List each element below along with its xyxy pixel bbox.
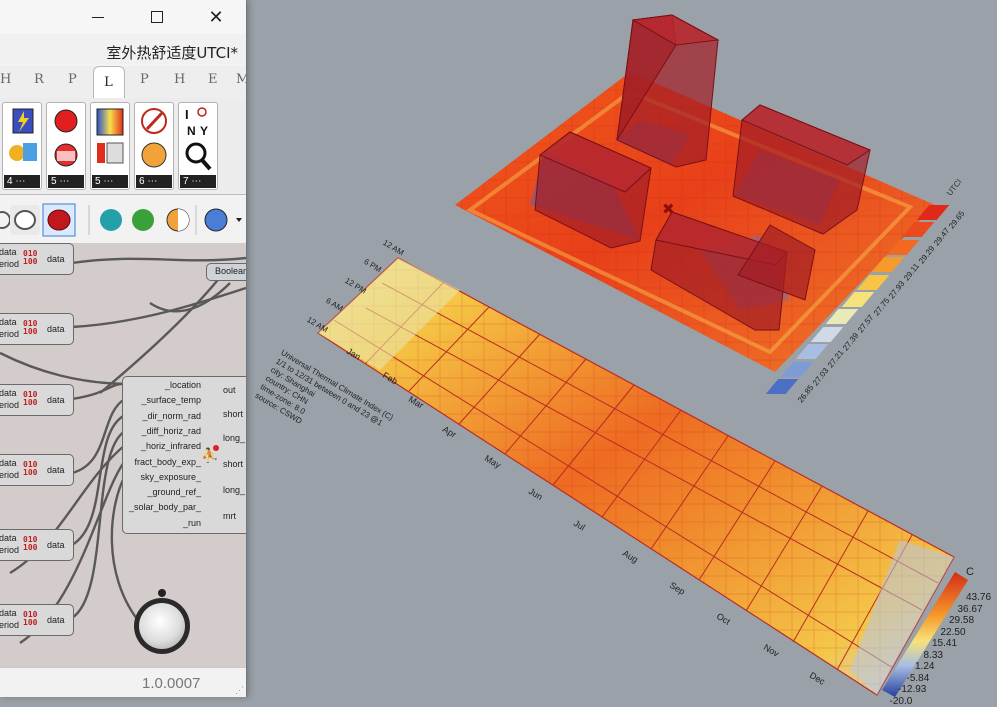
dial-face: [139, 603, 185, 649]
component-tab-bar: H R P L P H E M: [0, 66, 246, 99]
title-bar[interactable]: ✕: [0, 0, 246, 34]
utci-output-port[interactable]: mrt: [223, 511, 236, 521]
data-node-1[interactable]: data eriod 010 100 data: [0, 243, 74, 275]
data-node-5[interactable]: data eriod 010 100 data: [0, 529, 74, 561]
chart-legend-value: -12.93: [898, 684, 927, 695]
maximize-icon: [151, 11, 163, 23]
utci-input-port[interactable]: _location: [165, 380, 201, 390]
data-node-3[interactable]: data eriod 010 100 data: [0, 384, 74, 416]
chart-legend-value: 43.76: [966, 592, 992, 603]
origin-marker-icon: ✖: [662, 201, 675, 218]
dial-knob[interactable]: [134, 589, 190, 654]
grasshopper-window[interactable]: ✕ 室外热舒适度UTCI* H R P L P H E M 4 ⋯: [0, 0, 247, 697]
compass-icon: [141, 108, 167, 168]
utci-output-port[interactable]: long_: [223, 485, 245, 495]
chart-legend-value: 1.24: [915, 661, 935, 672]
minimize-icon: [92, 16, 104, 18]
preview-icon[interactable]: [129, 205, 159, 235]
ribbon-group-3[interactable]: 5 ⋯: [90, 102, 130, 190]
shaded-preview-dropdown[interactable]: [202, 205, 246, 235]
search-letter-y: Y: [200, 124, 208, 138]
utci-input-port[interactable]: _ground_ref_: [147, 487, 201, 497]
chart-legend-unit: C: [966, 566, 974, 578]
utci-input-port[interactable]: fract_body_exp_: [134, 457, 201, 467]
binary-data-icon: 010 100: [23, 460, 38, 477]
tab-r[interactable]: R: [34, 72, 45, 87]
component-ribbon: 4 ⋯ 5 ⋯ 5 ⋯ 6 ⋯ I N Y 7 ⋯: [0, 98, 246, 195]
document-title: 室外热舒适度UTCI*: [106, 44, 238, 62]
utci-input-port[interactable]: _solar_body_par_: [129, 502, 201, 512]
dial-handle-icon: [158, 589, 166, 597]
utci-output-port[interactable]: out: [223, 385, 236, 395]
thermal-sun-icon: [54, 109, 78, 167]
tab-e[interactable]: E: [208, 72, 219, 87]
chart-legend-value: -5.84: [906, 672, 930, 684]
quick-toolbar: [0, 197, 246, 244]
sun-dot-icon: [213, 445, 219, 451]
grasshopper-canvas[interactable]: data eriod 010 100 data data eriod 010 100…: [0, 243, 246, 667]
tab-h[interactable]: H: [0, 72, 12, 87]
tab-p2[interactable]: P: [140, 72, 150, 87]
chart-legend-value: 29.58: [949, 615, 975, 626]
binary-data-icon: 010 100: [23, 535, 38, 552]
document-title-row: 室外热舒适度UTCI*: [0, 34, 246, 64]
chart-legend-value: 22.50: [940, 626, 966, 638]
search-letter-i: I: [185, 107, 189, 122]
utci-component[interactable]: _location _surface_temp _dir_norm_rad _diff…: [122, 376, 246, 534]
sphere-icon[interactable]: [164, 205, 194, 235]
utci-output-port[interactable]: short: [223, 459, 243, 469]
binary-data-icon: 010 100: [23, 610, 38, 627]
utci-output-port[interactable]: long_: [223, 433, 245, 443]
minimize-button[interactable]: [75, 2, 121, 32]
gradient-legend-icon: [96, 108, 124, 164]
tab-h2[interactable]: H: [174, 72, 186, 87]
chart-legend-value: 15.41: [932, 638, 958, 649]
ribbon-group-4[interactable]: 6 ⋯: [134, 102, 174, 190]
mesh-icon[interactable]: [96, 205, 126, 235]
ribbon-group-3-count[interactable]: 5 ⋯: [92, 175, 128, 188]
utci-input-port[interactable]: _run: [183, 518, 201, 528]
ribbon-group-2[interactable]: 5 ⋯: [46, 102, 86, 190]
binary-data-icon: 010 100: [23, 390, 38, 407]
utci-input-port[interactable]: _horiz_infrared: [141, 441, 201, 451]
data-node-4[interactable]: data eriod 010 100 data: [0, 454, 74, 486]
data-node-6[interactable]: data eriod 010 100 data: [0, 604, 74, 636]
ribbon-group-5-count[interactable]: 7 ⋯: [180, 175, 216, 188]
utci-input-port[interactable]: _dir_norm_rad: [142, 411, 201, 421]
ribbon-group-2-count[interactable]: 5 ⋯: [48, 175, 84, 188]
maximize-button[interactable]: [134, 2, 180, 32]
binary-data-icon: 010 100: [23, 249, 38, 266]
ribbon-group-1-count[interactable]: 4 ⋯: [4, 175, 40, 188]
close-button[interactable]: ✕: [193, 2, 239, 32]
version-label: 1.0.0007: [142, 675, 201, 692]
data-node-2[interactable]: data eriod 010 100 data: [0, 313, 74, 345]
chart-legend-value: 36.67: [957, 603, 983, 615]
tab-l[interactable]: L: [93, 66, 125, 98]
tab-p[interactable]: P: [68, 72, 78, 87]
boolean-toggle[interactable]: Boolean: [206, 263, 246, 281]
chart-legend-value: 8.33: [923, 649, 943, 661]
utci-input-port[interactable]: _diff_horiz_rad: [142, 426, 201, 436]
ribbon-group-1[interactable]: 4 ⋯: [2, 102, 42, 190]
search-icon: I N Y: [185, 107, 212, 171]
chart-legend-value: -20.0: [889, 695, 913, 707]
utci-output-port[interactable]: short: [223, 409, 243, 419]
utci-input-port[interactable]: _surface_temp: [141, 395, 201, 405]
binary-data-icon: 010 100: [23, 319, 38, 336]
solar-panel-icon: [9, 108, 37, 161]
resize-grip-icon[interactable]: ⋰: [235, 685, 244, 696]
ribbon-group-4-count[interactable]: 6 ⋯: [136, 175, 172, 188]
close-icon: ✕: [208, 6, 224, 27]
ribbon-group-5[interactable]: I N Y 7 ⋯: [178, 102, 218, 190]
tab-m[interactable]: M: [236, 72, 246, 87]
utci-input-port[interactable]: sky_exposure_: [140, 472, 201, 482]
search-letter-n: N: [187, 124, 196, 138]
status-bar: 1.0.0007 ⋰: [0, 667, 246, 697]
